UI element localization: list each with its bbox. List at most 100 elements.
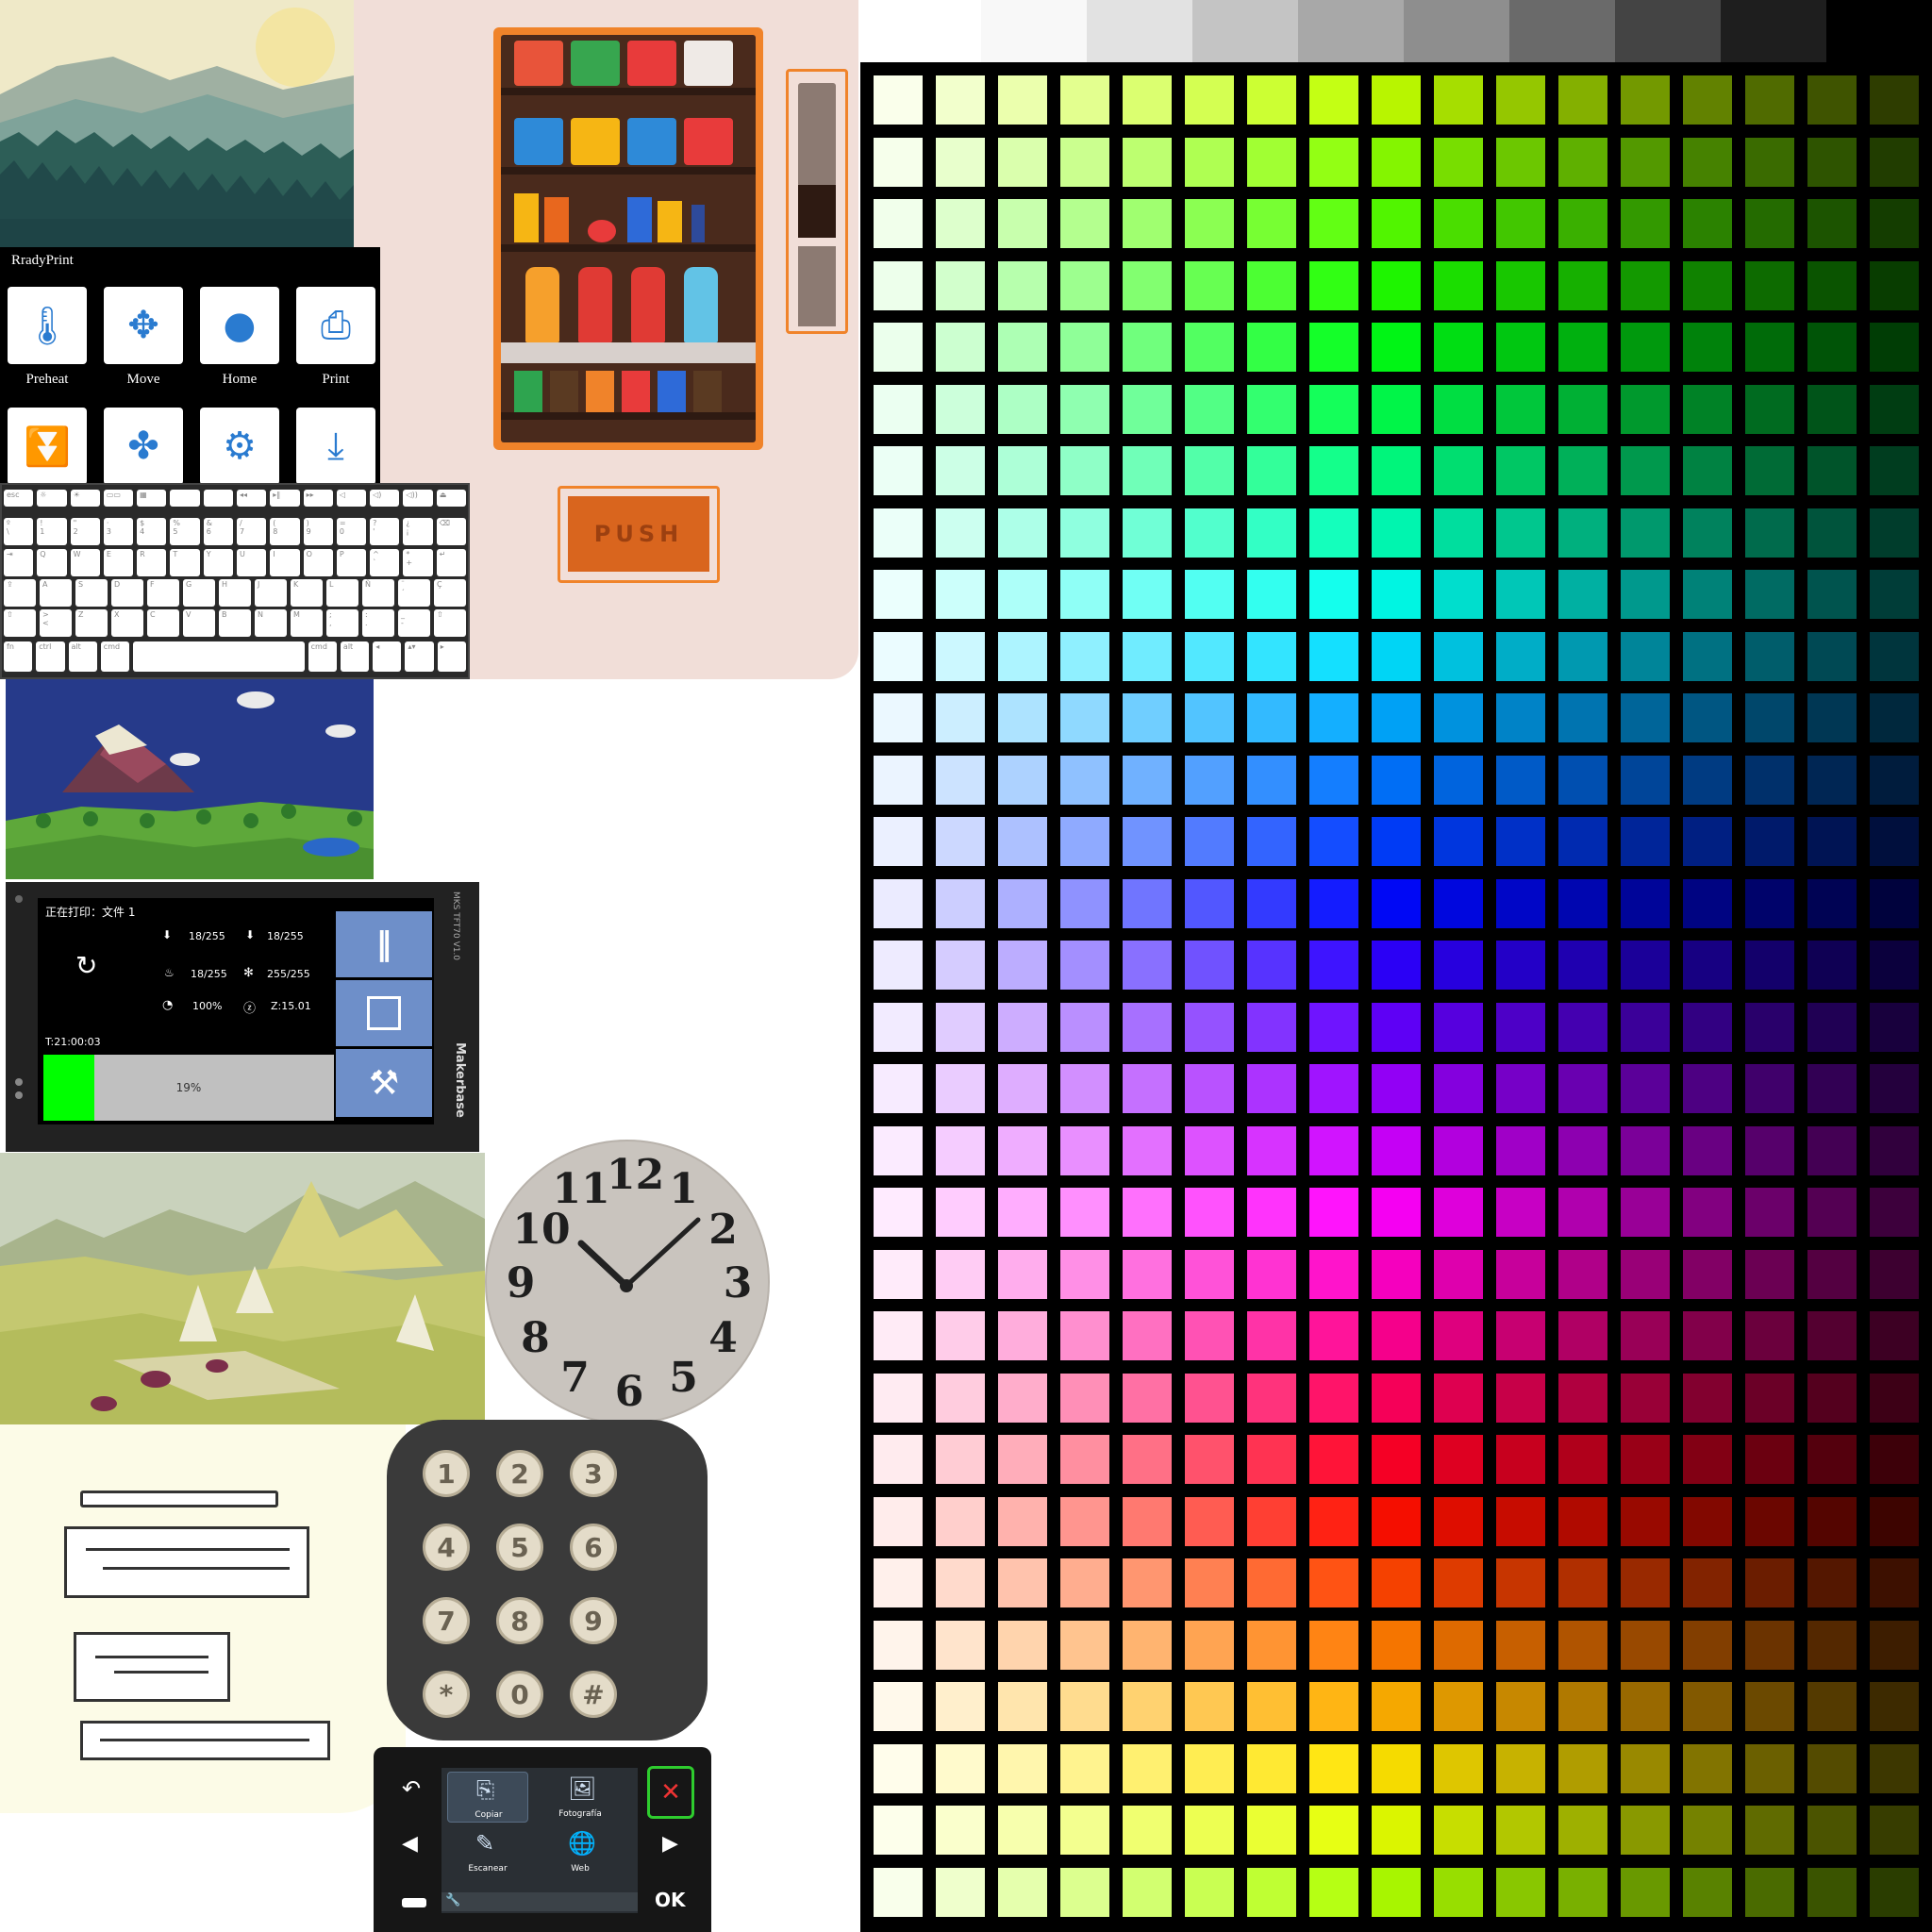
color-swatch[interactable] (1434, 941, 1483, 990)
color-swatch[interactable] (1745, 384, 1794, 434)
color-swatch[interactable] (1434, 384, 1483, 434)
keypad-key-5[interactable]: 5 (496, 1524, 543, 1571)
color-swatch[interactable] (1060, 693, 1109, 742)
keyboard-key[interactable]: ) 9 (303, 518, 333, 545)
color-swatch[interactable] (1060, 1125, 1109, 1175)
color-swatch[interactable] (1372, 941, 1421, 990)
color-swatch[interactable] (998, 693, 1047, 742)
color-swatch[interactable] (1621, 1743, 1670, 1793)
color-swatch[interactable] (1558, 570, 1607, 619)
keypad-key-1[interactable]: 1 (423, 1450, 470, 1497)
color-swatch[interactable] (1434, 1373, 1483, 1423)
color-swatch[interactable] (1870, 323, 1919, 372)
color-swatch[interactable] (1807, 755, 1857, 805)
printer-button-tool-4[interactable]: ⏬ (8, 408, 87, 485)
color-swatch[interactable] (1496, 1435, 1545, 1484)
color-swatch[interactable] (1185, 1249, 1234, 1299)
color-swatch[interactable] (1123, 1188, 1172, 1237)
color-swatch[interactable] (1309, 1806, 1358, 1855)
keyboard-key[interactable]: S (75, 579, 108, 607)
keyboard-key[interactable]: X (111, 609, 143, 637)
color-swatch[interactable] (1123, 1311, 1172, 1360)
keypad-key-0[interactable]: 0 (496, 1671, 543, 1718)
color-swatch[interactable] (1060, 1002, 1109, 1052)
printer-button-tool-6[interactable]: ⚙ (200, 408, 279, 485)
color-swatch[interactable] (1060, 817, 1109, 866)
color-swatch[interactable] (998, 1867, 1047, 1917)
color-swatch[interactable] (1372, 384, 1421, 434)
color-swatch[interactable] (874, 1064, 923, 1113)
color-swatch[interactable] (1870, 693, 1919, 742)
color-swatch[interactable] (1558, 1620, 1607, 1670)
gray-swatch[interactable] (1615, 0, 1721, 62)
color-swatch[interactable] (874, 878, 923, 928)
color-swatch[interactable] (1247, 137, 1296, 187)
color-swatch[interactable] (1309, 1558, 1358, 1607)
keyboard-key[interactable]: cmd (100, 641, 130, 672)
keyboard-key[interactable]: C (147, 609, 179, 637)
color-swatch[interactable] (1558, 1435, 1607, 1484)
push-door[interactable]: PUSH (558, 486, 720, 583)
color-swatch[interactable] (1309, 446, 1358, 495)
color-swatch[interactable] (1247, 1558, 1296, 1607)
color-swatch[interactable] (1309, 941, 1358, 990)
keyboard-key[interactable]: ⇪ (4, 579, 36, 607)
color-swatch[interactable] (998, 260, 1047, 310)
color-swatch[interactable] (1807, 1558, 1857, 1607)
color-swatch[interactable] (936, 508, 985, 558)
color-swatch[interactable] (874, 1002, 923, 1052)
color-swatch[interactable] (1621, 323, 1670, 372)
keyboard-key[interactable]: G (183, 579, 215, 607)
color-swatch[interactable] (1683, 878, 1732, 928)
color-swatch[interactable] (1247, 446, 1296, 495)
color-swatch[interactable] (998, 1064, 1047, 1113)
color-swatch[interactable] (1745, 199, 1794, 248)
color-swatch[interactable] (1247, 1435, 1296, 1484)
color-swatch[interactable] (1185, 1867, 1234, 1917)
color-swatch[interactable] (1309, 260, 1358, 310)
back-icon[interactable]: ↶ (402, 1775, 421, 1802)
color-swatch[interactable] (1870, 1002, 1919, 1052)
color-swatch[interactable] (1496, 1867, 1545, 1917)
color-swatch[interactable] (1745, 693, 1794, 742)
color-swatch[interactable] (1185, 1806, 1234, 1855)
stop-button[interactable] (336, 980, 432, 1046)
color-swatch[interactable] (1870, 260, 1919, 310)
color-swatch[interactable] (1247, 1064, 1296, 1113)
color-swatch[interactable] (1807, 570, 1857, 619)
color-swatch[interactable] (936, 817, 985, 866)
color-swatch[interactable] (1372, 878, 1421, 928)
color-swatch[interactable] (1683, 1496, 1732, 1546)
keyboard-key[interactable]: R (137, 549, 167, 576)
color-swatch[interactable] (1309, 384, 1358, 434)
color-swatch[interactable] (998, 199, 1047, 248)
keyboard-key[interactable]: ▦ (137, 490, 167, 507)
color-swatch[interactable] (1247, 941, 1296, 990)
keyboard-key[interactable]: K (291, 579, 323, 607)
keyboard-key[interactable]: I (270, 549, 300, 576)
color-swatch[interactable] (936, 1188, 985, 1237)
color-swatch[interactable] (1060, 1620, 1109, 1670)
color-swatch[interactable] (1807, 1125, 1857, 1175)
color-swatch[interactable] (1683, 755, 1732, 805)
color-swatch[interactable] (1123, 878, 1172, 928)
color-swatch[interactable] (1870, 1806, 1919, 1855)
color-swatch[interactable] (1247, 570, 1296, 619)
color-swatch[interactable] (1870, 1558, 1919, 1607)
copier-item-copiar[interactable]: ⎘ Copiar (447, 1772, 528, 1823)
color-swatch[interactable] (1372, 1373, 1421, 1423)
color-swatch[interactable] (1060, 508, 1109, 558)
color-swatch[interactable] (1807, 1188, 1857, 1237)
color-swatch[interactable] (1372, 570, 1421, 619)
color-swatch[interactable] (1247, 75, 1296, 125)
color-swatch[interactable] (1185, 137, 1234, 187)
color-swatch[interactable] (936, 878, 985, 928)
color-swatch[interactable] (1496, 1188, 1545, 1237)
color-swatch[interactable] (1060, 1496, 1109, 1546)
color-swatch[interactable] (936, 1373, 985, 1423)
color-swatch[interactable] (1185, 75, 1234, 125)
color-swatch[interactable] (1247, 384, 1296, 434)
color-swatch[interactable] (1309, 755, 1358, 805)
color-swatch[interactable] (1309, 1743, 1358, 1793)
color-swatch[interactable] (1745, 1064, 1794, 1113)
